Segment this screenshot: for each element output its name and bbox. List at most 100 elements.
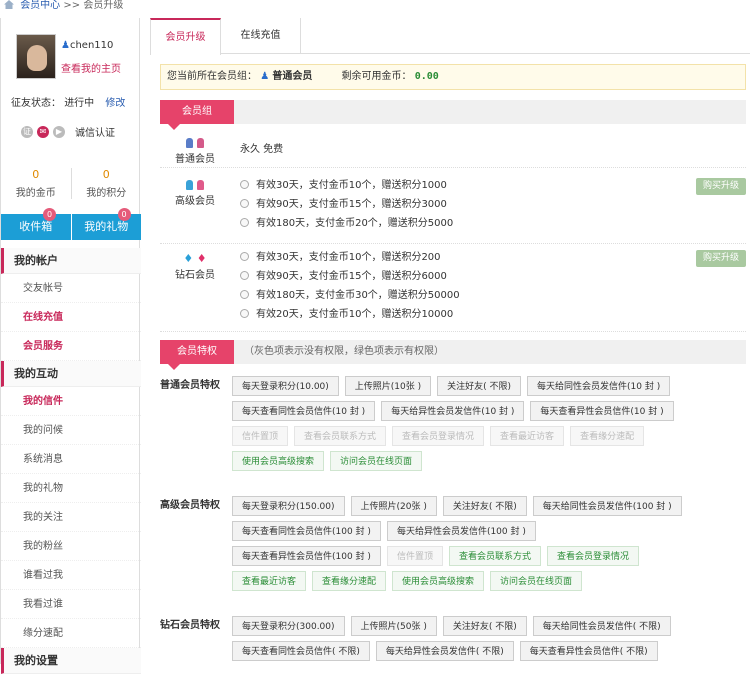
diamond-privileges: 每天登录积分(300.00) 上传照片(50张 ) 关注好友( 不限) 每天给同… bbox=[232, 616, 746, 666]
main-content: 会员升级 在线充值 您当前所在会员组： ♟ 普通会员 剩余可用金币： 0.00 … bbox=[150, 18, 750, 661]
view-homepage-link[interactable]: 查看我的主页 bbox=[61, 60, 121, 75]
menu-item-who-viewed-me[interactable]: 谁看过我 bbox=[1, 561, 141, 590]
privilege-tag-disabled: 查看会员联系方式 bbox=[294, 426, 387, 446]
buy-upgrade-senior-button[interactable]: 购买升级 bbox=[696, 178, 746, 195]
privilege-tag: 每天登录积分(150.00) bbox=[232, 496, 345, 516]
sidebar-menu: 我的帐户 交友帐号 在线充值 会员服务 我的互动 我的信件 我的问候 系统消息 … bbox=[1, 248, 141, 674]
mailbox-buttons: 收件箱 0 我的礼物 0 bbox=[1, 208, 141, 240]
menu-item-fans[interactable]: 我的粉丝 bbox=[1, 532, 141, 561]
normal-desc: 永久 免费 bbox=[240, 144, 284, 155]
edit-status-link[interactable]: 修改 bbox=[105, 98, 125, 109]
username: ♟chen110 bbox=[61, 40, 113, 51]
diamond-option[interactable]: 有效90天，支付金币15个，赠送积分6000 bbox=[240, 267, 460, 286]
avatar[interactable] bbox=[16, 34, 56, 79]
senior-privileges: 每天登录积分(150.00) 上传照片(20张 ) 关注好友( 不限) 每天给同… bbox=[232, 496, 746, 596]
menu-item-matchmaking[interactable]: 缘分速配 bbox=[1, 619, 141, 648]
email-verify-icon[interactable]: ✉ bbox=[37, 125, 49, 138]
senior-member-icon bbox=[160, 178, 230, 191]
diamond-option[interactable]: 有效20天，支付金币10个，赠送积分10000 bbox=[240, 305, 460, 324]
inbox-button[interactable]: 收件箱 0 bbox=[1, 208, 72, 240]
menu-item-system-messages[interactable]: 系统消息 bbox=[1, 445, 141, 474]
normal-member-icon bbox=[160, 136, 230, 149]
home-icon bbox=[4, 0, 14, 9]
menu-item-greetings[interactable]: 我的问候 bbox=[1, 416, 141, 445]
coins-value-info: 0.00 bbox=[414, 71, 439, 82]
radio-button[interactable] bbox=[240, 199, 249, 208]
buy-upgrade-diamond-button[interactable]: 购买升级 bbox=[696, 250, 746, 267]
tab-member-upgrade[interactable]: 会员升级 bbox=[150, 18, 221, 55]
privilege-tag: 每天给异性会员发信件(10 封 ) bbox=[381, 401, 525, 421]
menu-item-account[interactable]: 交友帐号 bbox=[1, 274, 141, 303]
verify-icons: 证 ✉ ▶ 诚信认证 bbox=[21, 124, 115, 139]
menu-item-recharge[interactable]: 在线充值 bbox=[1, 303, 141, 332]
diamond-option[interactable]: 有效180天，支付金币30个，赠送积分50000 bbox=[240, 286, 460, 305]
menu-item-letters[interactable]: 我的信件 bbox=[1, 387, 141, 416]
verify-label: 诚信认证 bbox=[75, 128, 115, 139]
group-senior-name: 高级会员 bbox=[160, 178, 230, 207]
radio-button[interactable] bbox=[240, 290, 249, 299]
current-group: 普通会员 bbox=[272, 71, 313, 82]
radio-button[interactable] bbox=[240, 252, 249, 261]
normal-privileges: 每天登录积分(10.00) 上传照片(10张 ) 关注好友( 不限) 每天给同性… bbox=[232, 376, 746, 476]
diamond-options: 有效30天，支付金币10个，赠送积分200 有效90天，支付金币15个，赠送积分… bbox=[240, 248, 460, 324]
privilege-tag-enabled: 查看缘分速配 bbox=[312, 571, 387, 591]
privilege-tag: 每天查看异性会员信件(10 封 ) bbox=[530, 401, 674, 421]
privilege-tag: 每天给异性会员发信件( 不限) bbox=[375, 641, 514, 661]
group-normal: 普通会员 永久 免费 bbox=[160, 132, 746, 168]
privilege-tag: 上传照片(20张 ) bbox=[350, 496, 437, 516]
privilege-tag-enabled: 查看会员登录情况 bbox=[546, 546, 639, 566]
menu-section-settings: 我的设置 bbox=[1, 648, 141, 674]
tab-online-recharge[interactable]: 在线充值 bbox=[221, 18, 301, 53]
senior-privilege-title: 高级会员特权 bbox=[160, 500, 220, 511]
privilege-tag: 每天给异性会员发信件(100 封 ) bbox=[386, 521, 536, 541]
points-value: 0 bbox=[102, 168, 110, 181]
senior-option[interactable]: 有效30天，支付金币10个，赠送积分1000 bbox=[240, 176, 453, 195]
senior-option[interactable]: 有效180天，支付金币20个，赠送积分5000 bbox=[240, 214, 453, 233]
privilege-tag-disabled: 信件置顶 bbox=[232, 426, 289, 446]
menu-item-gifts[interactable]: 我的礼物 bbox=[1, 474, 141, 503]
current-group-info: 您当前所在会员组： ♟ 普通会员 剩余可用金币： 0.00 bbox=[160, 64, 746, 90]
privilege-header-label: 会员特权 bbox=[160, 340, 234, 370]
menu-item-member-service[interactable]: 会员服务 bbox=[1, 332, 141, 361]
gifts-badge: 0 bbox=[117, 208, 131, 221]
gifts-label: 我的礼物 bbox=[84, 220, 129, 233]
senior-name-text: 高级会员 bbox=[175, 196, 215, 207]
privilege-tag: 关注好友( 不限) bbox=[442, 496, 527, 516]
info-prefix: 您当前所在会员组： bbox=[167, 71, 257, 82]
radio-button[interactable] bbox=[240, 271, 249, 280]
my-gifts-button[interactable]: 我的礼物 0 bbox=[71, 208, 141, 240]
radio-button[interactable] bbox=[240, 309, 249, 318]
privilege-tag: 每天给同性会员发信件( 不限) bbox=[532, 616, 671, 636]
breadcrumb-home-link[interactable]: 会员中心 bbox=[20, 0, 60, 11]
privilege-tag: 每天给同性会员发信件(100 封 ) bbox=[532, 496, 682, 516]
senior-options: 有效30天，支付金币10个，赠送积分1000 有效90天，支付金币15个，赠送积… bbox=[240, 176, 453, 233]
privilege-tag-disabled: 查看会员登录情况 bbox=[392, 426, 485, 446]
points-label: 我的积分 bbox=[86, 188, 127, 199]
dating-status: 征友状态： 进行中 修改 bbox=[11, 94, 125, 109]
diamond-option[interactable]: 有效30天，支付金币10个，赠送积分200 bbox=[240, 248, 460, 267]
privilege-tag: 每天查看同性会员信件( 不限) bbox=[232, 641, 370, 661]
status-label: 征友状态： bbox=[11, 98, 61, 109]
menu-item-who-i-viewed[interactable]: 我看过谁 bbox=[1, 590, 141, 619]
video-verify-icon[interactable]: ▶ bbox=[53, 125, 65, 138]
privilege-tag-disabled: 信件置顶 bbox=[386, 546, 443, 566]
privilege-note: （灰色项表示没有权限，绿色项表示有权限） bbox=[244, 346, 444, 357]
privilege-tag-enabled: 访问会员在线页面 bbox=[330, 451, 423, 471]
radio-button[interactable] bbox=[240, 218, 249, 227]
diamond-name-text: 钻石会员 bbox=[175, 270, 215, 281]
menu-item-following[interactable]: 我的关注 bbox=[1, 503, 141, 532]
senior-option-text: 有效180天，支付金币20个，赠送积分5000 bbox=[256, 218, 454, 229]
privilege-tag-enabled: 使用会员高级搜索 bbox=[232, 451, 325, 471]
group-normal-name: 普通会员 bbox=[160, 136, 230, 165]
points-stat[interactable]: 0 我的积分 bbox=[72, 168, 142, 199]
coins-stat[interactable]: 0 我的金币 bbox=[1, 168, 72, 199]
id-verify-icon[interactable]: 证 bbox=[21, 125, 33, 138]
privilege-tag: 关注好友( 不限) bbox=[437, 376, 522, 396]
group-header-label: 会员组 bbox=[160, 100, 234, 130]
radio-button[interactable] bbox=[240, 180, 249, 189]
normal-privilege-title: 普通会员特权 bbox=[160, 380, 220, 391]
menu-section-account: 我的帐户 bbox=[1, 248, 141, 274]
privilege-tag-enabled: 访问会员在线页面 bbox=[490, 571, 583, 591]
coins-label: 我的金币 bbox=[15, 188, 56, 199]
senior-option[interactable]: 有效90天，支付金币15个，赠送积分3000 bbox=[240, 195, 453, 214]
